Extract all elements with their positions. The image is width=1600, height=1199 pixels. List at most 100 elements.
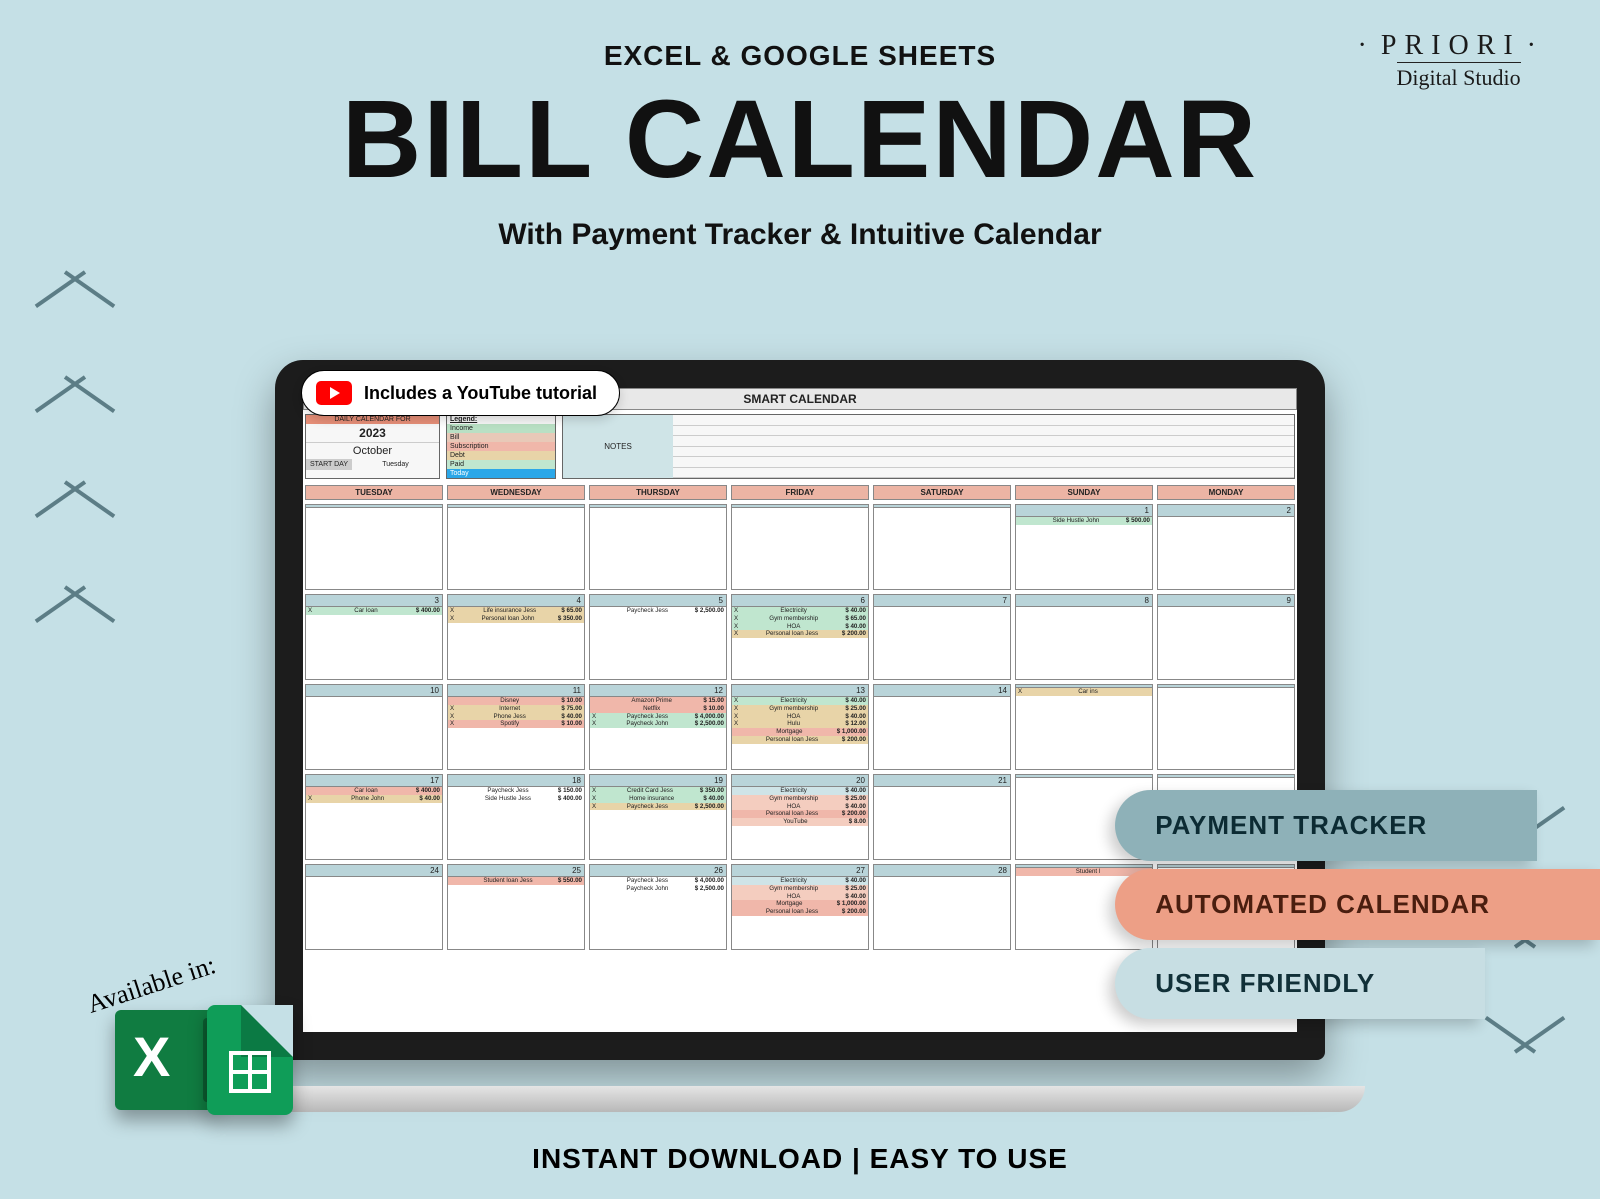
bill-entry: XPaycheck Jess$ 4,000.00: [590, 713, 726, 721]
bill-entry: Personal loan Jess$ 200.00: [732, 908, 868, 916]
page-title: BILL CALENDAR: [0, 82, 1600, 198]
day-number: 1: [1016, 505, 1152, 517]
bill-entry: XElectricity$ 40.00: [732, 697, 868, 705]
day-cell[interactable]: [589, 504, 727, 590]
day-cell[interactable]: 1Side Hustle John$ 500.00: [1015, 504, 1153, 590]
day-cell[interactable]: 7: [873, 594, 1011, 680]
bill-entry: XPersonal loan Jess$ 200.00: [732, 630, 868, 638]
app-icons: [115, 1010, 293, 1115]
day-number: 5: [590, 595, 726, 607]
bill-entry: Paycheck Jess$ 2,500.00: [590, 607, 726, 615]
tutorial-badge[interactable]: Includes a YouTube tutorial: [301, 370, 620, 416]
brand-name: PRIORI: [1352, 30, 1550, 62]
bill-entry: Electricity$ 40.00: [732, 877, 868, 885]
day-cell[interactable]: 2: [1157, 504, 1295, 590]
bill-entry: XHome insurance$ 40.00: [590, 795, 726, 803]
google-sheets-icon: [207, 1005, 293, 1115]
day-cell[interactable]: 26Paycheck Jess$ 4,000.00Paycheck John$ …: [589, 864, 727, 950]
pill-user-friendly: USER FRIENDLY: [1115, 948, 1485, 1019]
day-cell[interactable]: 20Electricity$ 40.00Gym membership$ 25.0…: [731, 774, 869, 860]
day-number: 14: [874, 685, 1010, 697]
day-number: 25: [448, 865, 584, 877]
day-cell[interactable]: [1157, 684, 1295, 770]
bill-entry: XLife insurance Jess$ 65.00: [448, 607, 584, 615]
bill-entry: Personal loan Jess$ 200.00: [732, 810, 868, 818]
pill-payment-tracker: PAYMENT TRACKER: [1115, 790, 1537, 861]
bill-entry: XElectricity$ 40.00: [732, 607, 868, 615]
bill-entry: Side Hustle John$ 500.00: [1016, 517, 1152, 525]
bill-entry: Gym membership$ 25.00: [732, 795, 868, 803]
day-cell[interactable]: 9: [1157, 594, 1295, 680]
bill-entry: Mortgage$ 1,000.00: [732, 900, 868, 908]
day-cell[interactable]: 8: [1015, 594, 1153, 680]
day-number: 11: [448, 685, 584, 697]
notes-box[interactable]: NOTES: [562, 414, 1295, 479]
day-cell[interactable]: 24: [305, 864, 443, 950]
excel-icon: [115, 1010, 215, 1110]
bill-entry: Paycheck Jess$ 150.00: [448, 787, 584, 795]
day-header: SUNDAY: [1015, 485, 1153, 500]
day-cell[interactable]: [731, 504, 869, 590]
day-header: SATURDAY: [873, 485, 1011, 500]
subtitle: With Payment Tracker & Intuitive Calenda…: [0, 218, 1600, 252]
tutorial-label: Includes a YouTube tutorial: [364, 383, 597, 404]
bill-entry: XPhone John$ 40.00: [306, 795, 442, 803]
day-cell[interactable]: 27Electricity$ 40.00Gym membership$ 25.0…: [731, 864, 869, 950]
bill-entry: XSpotify$ 10.00: [448, 720, 584, 728]
day-number: 17: [306, 775, 442, 787]
day-cell[interactable]: 10: [305, 684, 443, 770]
day-cell[interactable]: 25Student loan Jess$ 550.00: [447, 864, 585, 950]
day-number: 10: [306, 685, 442, 697]
day-cell[interactable]: 14: [873, 684, 1011, 770]
day-cell[interactable]: 12Amazon Prime$ 15.00Netflix$ 10.00XPayc…: [589, 684, 727, 770]
day-cell[interactable]: XCar ins: [1015, 684, 1153, 770]
chevron-decor-left: [25, 270, 125, 690]
day-header: THURSDAY: [589, 485, 727, 500]
feature-pills: PAYMENT TRACKER AUTOMATED CALENDAR USER …: [1115, 790, 1600, 1019]
day-cell[interactable]: 11Disney$ 10.00XInternet$ 75.00XPhone Je…: [447, 684, 585, 770]
day-number: 8: [1016, 595, 1152, 607]
day-number: 19: [590, 775, 726, 787]
bill-entry: YouTube$ 8.00: [732, 818, 868, 826]
day-cell[interactable]: 28: [873, 864, 1011, 950]
day-cell[interactable]: 21: [873, 774, 1011, 860]
bill-entry: XHOA$ 40.00: [732, 623, 868, 631]
bill-entry: Disney$ 10.00: [448, 697, 584, 705]
day-cell[interactable]: 17Car loan$ 400.00XPhone John$ 40.00: [305, 774, 443, 860]
pill-automated-calendar: AUTOMATED CALENDAR: [1115, 869, 1600, 940]
date-selector[interactable]: DAILY CALENDAR FOR 2023 October START DA…: [305, 414, 440, 479]
bill-entry: XCredit Card Jess$ 350.00: [590, 787, 726, 795]
day-header: WEDNESDAY: [447, 485, 585, 500]
day-cell[interactable]: [447, 504, 585, 590]
day-cell[interactable]: 4XLife insurance Jess$ 65.00XPersonal lo…: [447, 594, 585, 680]
day-cell[interactable]: 18Paycheck Jess$ 150.00Side Hustle Jess$…: [447, 774, 585, 860]
day-cell[interactable]: 13XElectricity$ 40.00XGym membership$ 25…: [731, 684, 869, 770]
bill-entry: XGym membership$ 65.00: [732, 615, 868, 623]
day-cell[interactable]: [873, 504, 1011, 590]
bill-entry: Student loan Jess$ 550.00: [448, 877, 584, 885]
brand-logo: PRIORI Digital Studio: [1352, 30, 1550, 91]
day-cell[interactable]: 3XCar loan$ 400.00: [305, 594, 443, 680]
bill-entry: Electricity$ 40.00: [732, 787, 868, 795]
day-header: FRIDAY: [731, 485, 869, 500]
day-number: 21: [874, 775, 1010, 787]
day-cell[interactable]: 5Paycheck Jess$ 2,500.00: [589, 594, 727, 680]
day-number: 9: [1158, 595, 1294, 607]
day-header: TUESDAY: [305, 485, 443, 500]
day-header: MONDAY: [1157, 485, 1295, 500]
day-number: 2: [1158, 505, 1294, 517]
legend-box: Legend: Income Bill Subscription Debt Pa…: [446, 414, 556, 479]
day-number: 18: [448, 775, 584, 787]
day-cell[interactable]: 19XCredit Card Jess$ 350.00XHome insuran…: [589, 774, 727, 860]
bill-entry: XPaycheck John$ 2,500.00: [590, 720, 726, 728]
bill-entry: Netflix$ 10.00: [590, 705, 726, 713]
day-cell[interactable]: [305, 504, 443, 590]
footer-text: INSTANT DOWNLOAD | EASY TO USE: [0, 1143, 1600, 1175]
bill-entry: HOA$ 40.00: [732, 893, 868, 901]
bill-entry: XCar ins: [1016, 688, 1152, 696]
bill-entry: XInternet$ 75.00: [448, 705, 584, 713]
bill-entry: HOA$ 40.00: [732, 803, 868, 811]
bill-entry: Side Hustle Jess$ 400.00: [448, 795, 584, 803]
bill-entry: Paycheck Jess$ 4,000.00: [590, 877, 726, 885]
day-cell[interactable]: 6XElectricity$ 40.00XGym membership$ 65.…: [731, 594, 869, 680]
